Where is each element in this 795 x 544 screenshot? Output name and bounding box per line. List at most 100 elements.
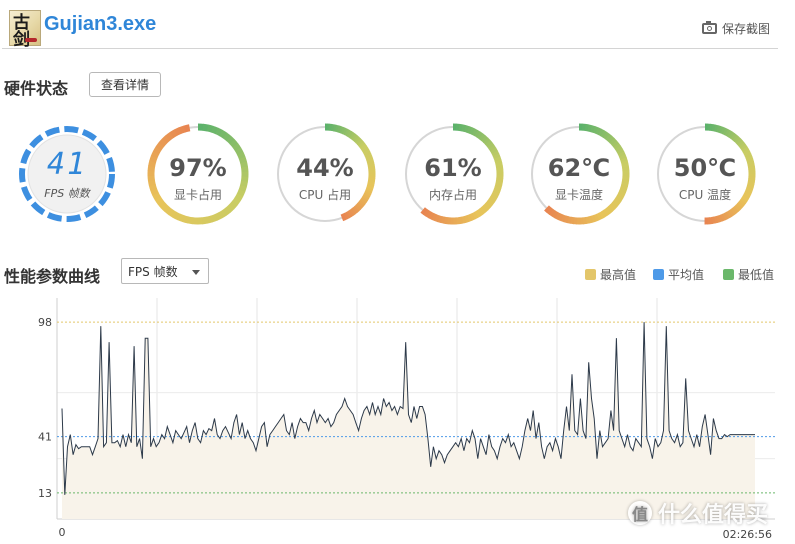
gauge-arc-segment bbox=[211, 125, 219, 135]
gauge-arc-segment bbox=[483, 202, 491, 211]
gauge-arc-segment bbox=[463, 125, 470, 133]
gauge-arc-segment bbox=[214, 212, 223, 221]
gauge-arc-segment bbox=[488, 144, 497, 152]
gauge-arc-segment bbox=[611, 140, 620, 148]
legend-avg-swatch bbox=[653, 269, 664, 280]
gauge-arc-segment bbox=[160, 203, 170, 213]
gpu-temp-label: 显卡温度 bbox=[554, 188, 603, 202]
legend-max-label: 最高值 bbox=[600, 268, 637, 282]
gauge-arc-segment bbox=[546, 207, 554, 215]
gauge-arc-segment bbox=[596, 212, 603, 221]
gauge-arc-segment bbox=[476, 131, 484, 140]
watermark-logo-icon: 值 bbox=[628, 501, 652, 525]
gauge-arc-segment bbox=[474, 210, 481, 219]
header-divider bbox=[2, 48, 778, 49]
gauge-arc-segment bbox=[486, 142, 495, 150]
gauge-arc-segment bbox=[588, 215, 594, 224]
gauge-arc-segment bbox=[182, 215, 189, 224]
gauge-arc-segment bbox=[563, 215, 569, 224]
gauge-arc-segment bbox=[483, 137, 491, 146]
gauge-arc-segment bbox=[178, 125, 187, 134]
gauge-arc-segment bbox=[225, 204, 235, 213]
gauge-arc-segment bbox=[219, 129, 228, 139]
gauge-arc-segment bbox=[226, 135, 236, 145]
cpu-temp-value: 50℃ bbox=[673, 154, 737, 182]
app-logo-icon: 古剑 bbox=[9, 10, 41, 50]
gauge-arc-segment bbox=[469, 212, 476, 221]
gauge-arc-segment bbox=[609, 138, 618, 146]
gauge-arc-segment bbox=[584, 123, 590, 132]
gauge-arc-segment bbox=[443, 216, 448, 225]
app-logo-seal bbox=[25, 38, 37, 42]
gauge-arc-segment bbox=[434, 214, 440, 223]
gauge-arc-segment bbox=[440, 216, 446, 224]
legend-max: 最高值 bbox=[585, 266, 636, 283]
gauge-arc-segment bbox=[201, 216, 208, 225]
gauge-arc-segment bbox=[469, 127, 476, 135]
gauge-arc-segment bbox=[420, 207, 428, 215]
metric-select[interactable]: FPS 帧数 bbox=[121, 258, 209, 284]
gpu-usage-label: 显卡占用 bbox=[173, 188, 222, 202]
gauge-arc-segment bbox=[598, 128, 605, 137]
legend-min-swatch bbox=[723, 269, 734, 280]
gauge-arc-segment bbox=[474, 129, 481, 138]
gauge-arc-segment bbox=[218, 209, 227, 219]
gauge-arc-segment bbox=[177, 213, 185, 223]
legend-max-swatch bbox=[585, 269, 596, 280]
gauge-arc-segment bbox=[186, 216, 194, 225]
chevron-down-icon bbox=[192, 270, 200, 275]
gpu-temp-value: 62℃ bbox=[547, 154, 611, 182]
gauge-arc-segment bbox=[169, 129, 178, 138]
gauge-arc-segment bbox=[155, 142, 165, 151]
gauge-arc-segment bbox=[458, 216, 464, 225]
gauge-arc-segment bbox=[585, 216, 591, 224]
gauge-arc-segment bbox=[174, 127, 182, 136]
gauge-arc-segment bbox=[549, 209, 556, 217]
gauge-arc-segment bbox=[481, 135, 489, 143]
gpu-usage-value: 97% bbox=[169, 154, 227, 182]
gauge-arc-segment bbox=[210, 214, 218, 223]
gauge-arc-segment bbox=[490, 147, 498, 155]
gauge-arc-segment bbox=[205, 215, 213, 224]
metric-select-value: FPS 帧数 bbox=[128, 264, 178, 279]
gauge-arc-segment bbox=[544, 205, 552, 213]
legend-avg-label: 平均值 bbox=[668, 268, 705, 282]
gauge-arc-segment bbox=[229, 139, 239, 148]
gauge-arc-segment bbox=[605, 206, 614, 214]
memory-usage-value: 61% bbox=[424, 154, 482, 182]
legend-min: 最低值 bbox=[723, 266, 774, 283]
gauge-arc-segment bbox=[222, 132, 232, 142]
gauge-arc-segment bbox=[607, 135, 615, 144]
gauge-arc-segment bbox=[476, 208, 484, 217]
gauge-arc-segment bbox=[164, 206, 173, 216]
gauge-arc-segment bbox=[206, 124, 214, 133]
gauge-arc-segment bbox=[587, 124, 593, 133]
performance-section-title: 性能参数曲线 bbox=[4, 267, 101, 286]
gauge-arc-segment bbox=[158, 138, 168, 147]
gauge-arc-segment bbox=[202, 123, 209, 132]
gauge-arc-segment bbox=[464, 215, 470, 223]
gauge-arc-segment bbox=[172, 211, 181, 221]
app-logo-glyph: 古剑 bbox=[13, 13, 30, 50]
gauge-arc-segment bbox=[603, 207, 611, 216]
gauge-arc-segment bbox=[551, 210, 559, 219]
x-end-label: 02:26:56 bbox=[723, 528, 772, 541]
legend-avg: 平均值 bbox=[653, 266, 704, 283]
gauge-arc-segment bbox=[593, 213, 600, 222]
gauge-arc-segment bbox=[614, 145, 623, 153]
gauge-arc-segment bbox=[215, 127, 223, 137]
save-screenshot-button[interactable]: 保存截图 bbox=[701, 20, 770, 37]
gauge-arc-segment bbox=[560, 214, 567, 223]
gauge-arc-segment bbox=[485, 139, 493, 148]
y-tick-label: 13 bbox=[38, 487, 52, 500]
gauge-arc-segment bbox=[222, 207, 231, 216]
gauge-arc-segment bbox=[422, 208, 430, 217]
view-details-button[interactable]: 查看详情 bbox=[89, 72, 161, 97]
gauge-arc-segment bbox=[458, 123, 464, 132]
gauge-arc-segment bbox=[557, 213, 564, 222]
gauge-arc-segment bbox=[590, 125, 596, 133]
gauge-arc-segment bbox=[616, 148, 625, 155]
gauge-arc-segment bbox=[478, 133, 487, 142]
gauge-arc-segment bbox=[605, 133, 613, 142]
gauge-arc-segment bbox=[232, 143, 242, 152]
